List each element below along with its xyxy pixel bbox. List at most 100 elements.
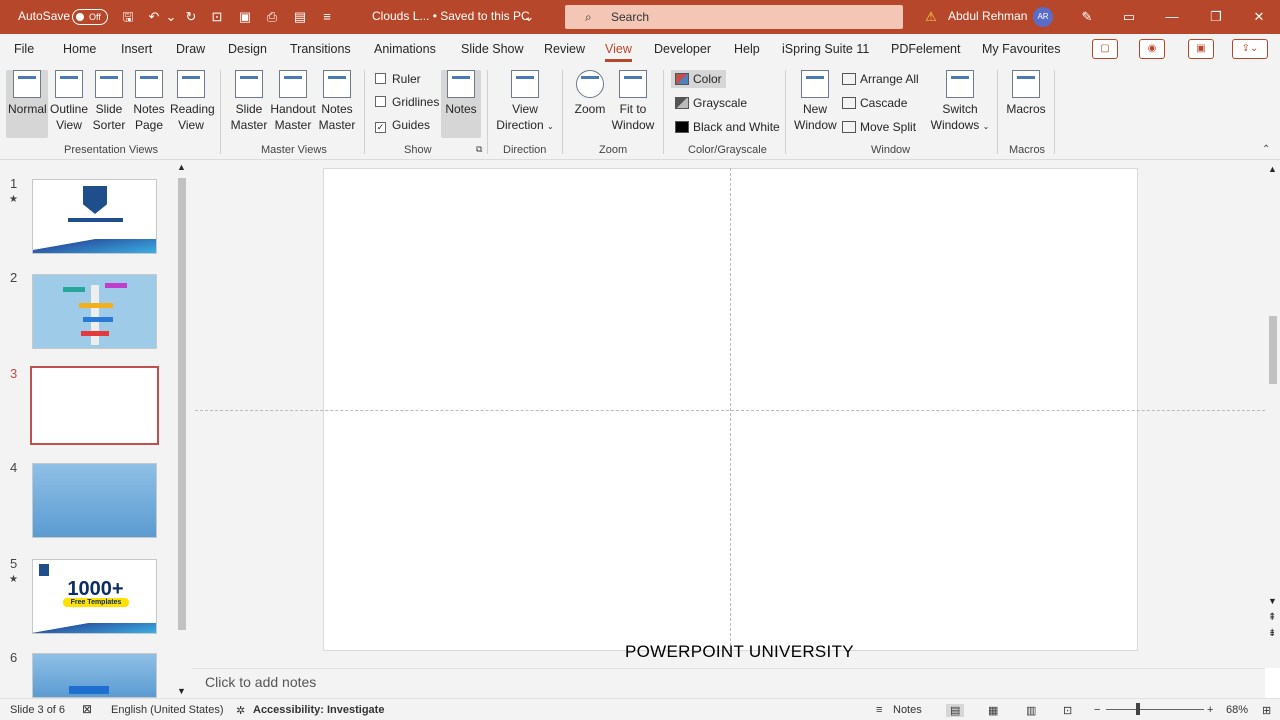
slide-thumbnail-3[interactable] [30, 366, 159, 445]
color-button[interactable]: Color [671, 70, 726, 88]
fit-slide-icon[interactable]: ⊞ [1262, 704, 1271, 717]
comments-button[interactable]: ▢ [1092, 39, 1118, 59]
notes-button[interactable]: Notes [441, 70, 481, 138]
reading-view-button[interactable]: Reading View [170, 70, 215, 133]
scroll-thumb[interactable] [1269, 316, 1277, 384]
undo-dropdown-icon[interactable]: ⌄ [162, 8, 180, 26]
notes-icon[interactable]: ≡ [876, 704, 882, 716]
tab-pdfelement[interactable]: PDFelement [891, 42, 960, 56]
autosave-toggle[interactable]: Off [72, 9, 108, 25]
cascade-button[interactable]: Cascade [842, 96, 907, 110]
slide-sorter-button[interactable]: Slide Sorter [92, 70, 126, 133]
user-name[interactable]: Abdul Rehman [948, 9, 1027, 23]
tab-slide-show[interactable]: Slide Show [461, 42, 524, 56]
tab-ispring[interactable]: iSpring Suite 11 [782, 42, 869, 56]
new-window-button[interactable]: New Window [794, 70, 837, 133]
scroll-up-icon[interactable]: ▲ [177, 162, 186, 172]
slide-thumbnail-1[interactable] [32, 179, 157, 254]
accessibility-icon[interactable]: ✲ [236, 704, 245, 717]
tab-animations[interactable]: Animations [374, 42, 436, 56]
scroll-thumb[interactable] [178, 178, 186, 630]
handout-master-button[interactable]: Handout Master [270, 70, 316, 133]
zoom-in-icon[interactable]: + [1207, 704, 1213, 716]
reading-view-icon[interactable]: ▥ [1026, 704, 1036, 717]
slideshow-icon[interactable]: ⊡ [1063, 704, 1072, 717]
start-from-beginning-icon[interactable]: ▣ [236, 8, 254, 26]
tab-design[interactable]: Design [228, 42, 267, 56]
close-icon[interactable]: ✕ [1249, 8, 1269, 26]
zoom-level[interactable]: 68% [1226, 704, 1248, 716]
search-box[interactable]: ⌕ Search [565, 5, 903, 29]
tab-developer[interactable]: Developer [654, 42, 711, 56]
collapse-ribbon-icon[interactable]: ⌃ [1262, 144, 1270, 155]
tab-insert[interactable]: Insert [121, 42, 152, 56]
normal-view-button[interactable]: Normal [6, 70, 48, 138]
tab-transitions[interactable]: Transitions [290, 42, 351, 56]
present-icon[interactable]: ⊡ [208, 8, 226, 26]
switch-windows-button[interactable]: Switch Windows ⌄ [930, 70, 990, 135]
slide-footer-text[interactable]: POWERPOINT UNIVERSITY [625, 642, 854, 662]
black-and-white-button[interactable]: Black and White [675, 120, 780, 134]
spell-check-icon[interactable]: ⊠ [82, 702, 92, 716]
scroll-up-icon[interactable]: ▲ [1268, 164, 1277, 174]
ruler-checkbox[interactable]: Ruler [375, 72, 421, 86]
macros-button[interactable]: Macros [1006, 70, 1046, 117]
restore-icon[interactable]: ❐ [1206, 8, 1226, 26]
ribbon-display-icon[interactable]: ▭ [1119, 8, 1139, 26]
gridlines-checkbox[interactable]: Gridlines [375, 95, 439, 109]
tab-file[interactable]: File [14, 42, 34, 56]
document-title[interactable]: Clouds L... • Saved to this PC [372, 9, 530, 23]
move-split-button[interactable]: Move Split [842, 120, 916, 134]
zoom-button[interactable]: Zoom [572, 70, 608, 117]
tab-review[interactable]: Review [544, 42, 585, 56]
avatar[interactable]: AR [1033, 7, 1053, 27]
slide-thumbnail-6[interactable] [32, 653, 157, 698]
guides-checkbox[interactable]: ✓ Guides [375, 118, 430, 133]
outline-view-button[interactable]: Outline View [50, 70, 88, 133]
zoom-slider-thumb[interactable] [1136, 703, 1140, 715]
print-preview-icon[interactable]: ⎙ [263, 8, 281, 26]
dialog-launcher-icon[interactable]: ⧉ [476, 144, 482, 155]
slide-master-button[interactable]: Slide Master [230, 70, 268, 133]
undo-icon[interactable]: ↶ [145, 8, 163, 26]
scroll-down-icon[interactable]: ▼ [1268, 596, 1277, 606]
record-button[interactable]: ◉ [1139, 39, 1165, 59]
accessibility-status[interactable]: Accessibility: Investigate [253, 704, 384, 716]
minimize-icon[interactable]: — [1162, 8, 1182, 26]
share-button[interactable]: ⇪⌄ [1232, 39, 1268, 59]
horizontal-guide[interactable] [195, 410, 1265, 411]
warning-icon[interactable]: ⚠ [922, 8, 940, 26]
canvas-scrollbar[interactable]: ▲ ▼ ⇞ ⇟ [1265, 160, 1280, 668]
redo-icon[interactable]: ↻ [182, 8, 200, 26]
thumbnail-scrollbar[interactable]: ▲ ▼ [175, 162, 189, 696]
title-dropdown-icon[interactable]: ⌄ [520, 8, 538, 26]
tab-help[interactable]: Help [734, 42, 760, 56]
notes-toggle[interactable]: Notes [893, 704, 922, 716]
tab-home[interactable]: Home [63, 42, 96, 56]
grayscale-button[interactable]: Grayscale [675, 96, 747, 110]
save-icon[interactable]: 🖫 [119, 8, 137, 26]
slide-thumbnail-2[interactable] [32, 274, 157, 349]
notes-pane[interactable]: Click to add notes [192, 668, 1265, 698]
slide-sorter-icon[interactable]: ▦ [988, 704, 998, 717]
scroll-down-icon[interactable]: ▼ [177, 686, 186, 696]
customize-toolbar-icon[interactable]: ≡ [318, 8, 336, 26]
normal-view-icon[interactable]: ▤ [946, 704, 965, 717]
tab-view[interactable]: View [605, 42, 632, 62]
view-direction-button[interactable]: View Direction ⌄ [496, 70, 554, 135]
tab-my-favourites[interactable]: My Favourites [982, 42, 1061, 56]
previous-slide-icon[interactable]: ⇞ [1268, 612, 1276, 623]
arrange-all-button[interactable]: Arrange All [842, 72, 919, 86]
next-slide-icon[interactable]: ⇟ [1268, 628, 1276, 639]
language-status[interactable]: English (United States) [111, 704, 224, 716]
fit-to-window-button[interactable]: Fit to Window [610, 70, 656, 133]
tab-draw[interactable]: Draw [176, 42, 205, 56]
pen-icon[interactable]: ✎ [1078, 8, 1096, 26]
pdf-icon[interactable]: ▤ [291, 8, 309, 26]
teams-button[interactable]: ▣ [1188, 39, 1214, 59]
notes-master-button[interactable]: Notes Master [318, 70, 356, 133]
zoom-slider[interactable] [1106, 709, 1204, 710]
zoom-out-icon[interactable]: − [1094, 704, 1100, 716]
notes-page-button[interactable]: Notes Page [132, 70, 166, 133]
slide-thumbnail-5[interactable]: 1000+ Free Templates [32, 559, 157, 634]
